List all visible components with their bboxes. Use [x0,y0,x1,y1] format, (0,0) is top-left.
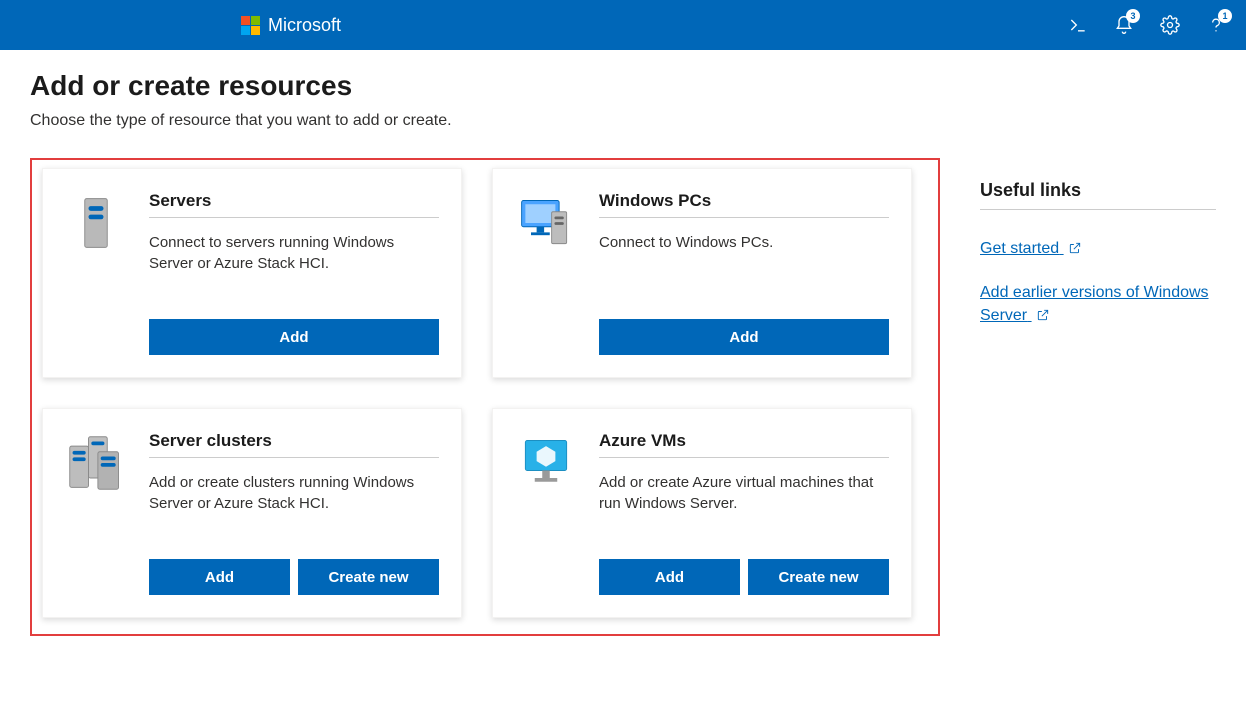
card-grid: Servers Connect to servers running Windo… [42,168,928,618]
microsoft-logo[interactable]: Microsoft [240,15,341,36]
server-cluster-icon [61,431,131,595]
useful-links-heading: Useful links [980,180,1216,210]
add-button[interactable]: Add [599,319,889,355]
azure-vm-icon [511,431,581,595]
useful-links-sidebar: Useful links Get started Add earlier ver… [980,70,1216,349]
pc-icon [511,191,581,355]
notifications-badge: 3 [1126,9,1140,23]
card-description: Add or create Azure virtual machines tha… [599,472,889,514]
page-subtitle: Choose the type of resource that you wan… [30,112,940,130]
top-bar: Microsoft 3 1 [0,0,1246,50]
card-title: Windows PCs [599,191,889,218]
card-title: Server clusters [149,431,439,458]
link-get-started[interactable]: Get started [980,238,1082,260]
notifications-icon[interactable]: 3 [1110,11,1138,39]
help-badge: 1 [1218,9,1232,23]
brand-label: Microsoft [268,15,341,36]
link-add-earlier-versions[interactable]: Add earlier versions of Windows Server [980,282,1216,327]
external-link-icon [1068,240,1082,262]
topbar-actions: 3 1 [1064,11,1238,39]
create-new-button[interactable]: Create new [298,559,439,595]
create-new-button[interactable]: Create new [748,559,889,595]
main-column: Add or create resources Choose the type … [30,70,940,636]
add-button[interactable]: Add [599,559,740,595]
page-body: Add or create resources Choose the type … [0,50,1246,666]
cloud-shell-icon[interactable] [1064,11,1092,39]
microsoft-logo-icon [240,15,260,35]
card-description: Connect to servers running Windows Serve… [149,232,439,274]
card-title: Servers [149,191,439,218]
card-windows-pcs: Windows PCs Connect to Windows PCs. Add [492,168,912,378]
add-button[interactable]: Add [149,319,439,355]
card-description: Add or create clusters running Windows S… [149,472,439,514]
settings-icon[interactable] [1156,11,1184,39]
help-icon[interactable]: 1 [1202,11,1230,39]
card-description: Connect to Windows PCs. [599,232,889,253]
card-title: Azure VMs [599,431,889,458]
cards-highlight-box: Servers Connect to servers running Windo… [30,158,940,636]
page-title: Add or create resources [30,70,940,102]
link-label: Add earlier versions of Windows Server [980,284,1209,323]
external-link-icon [1036,307,1050,329]
add-button[interactable]: Add [149,559,290,595]
card-servers: Servers Connect to servers running Windo… [42,168,462,378]
card-server-clusters: Server clusters Add or create clusters r… [42,408,462,618]
server-icon [61,191,131,355]
link-label: Get started [980,240,1059,257]
card-azure-vms: Azure VMs Add or create Azure virtual ma… [492,408,912,618]
